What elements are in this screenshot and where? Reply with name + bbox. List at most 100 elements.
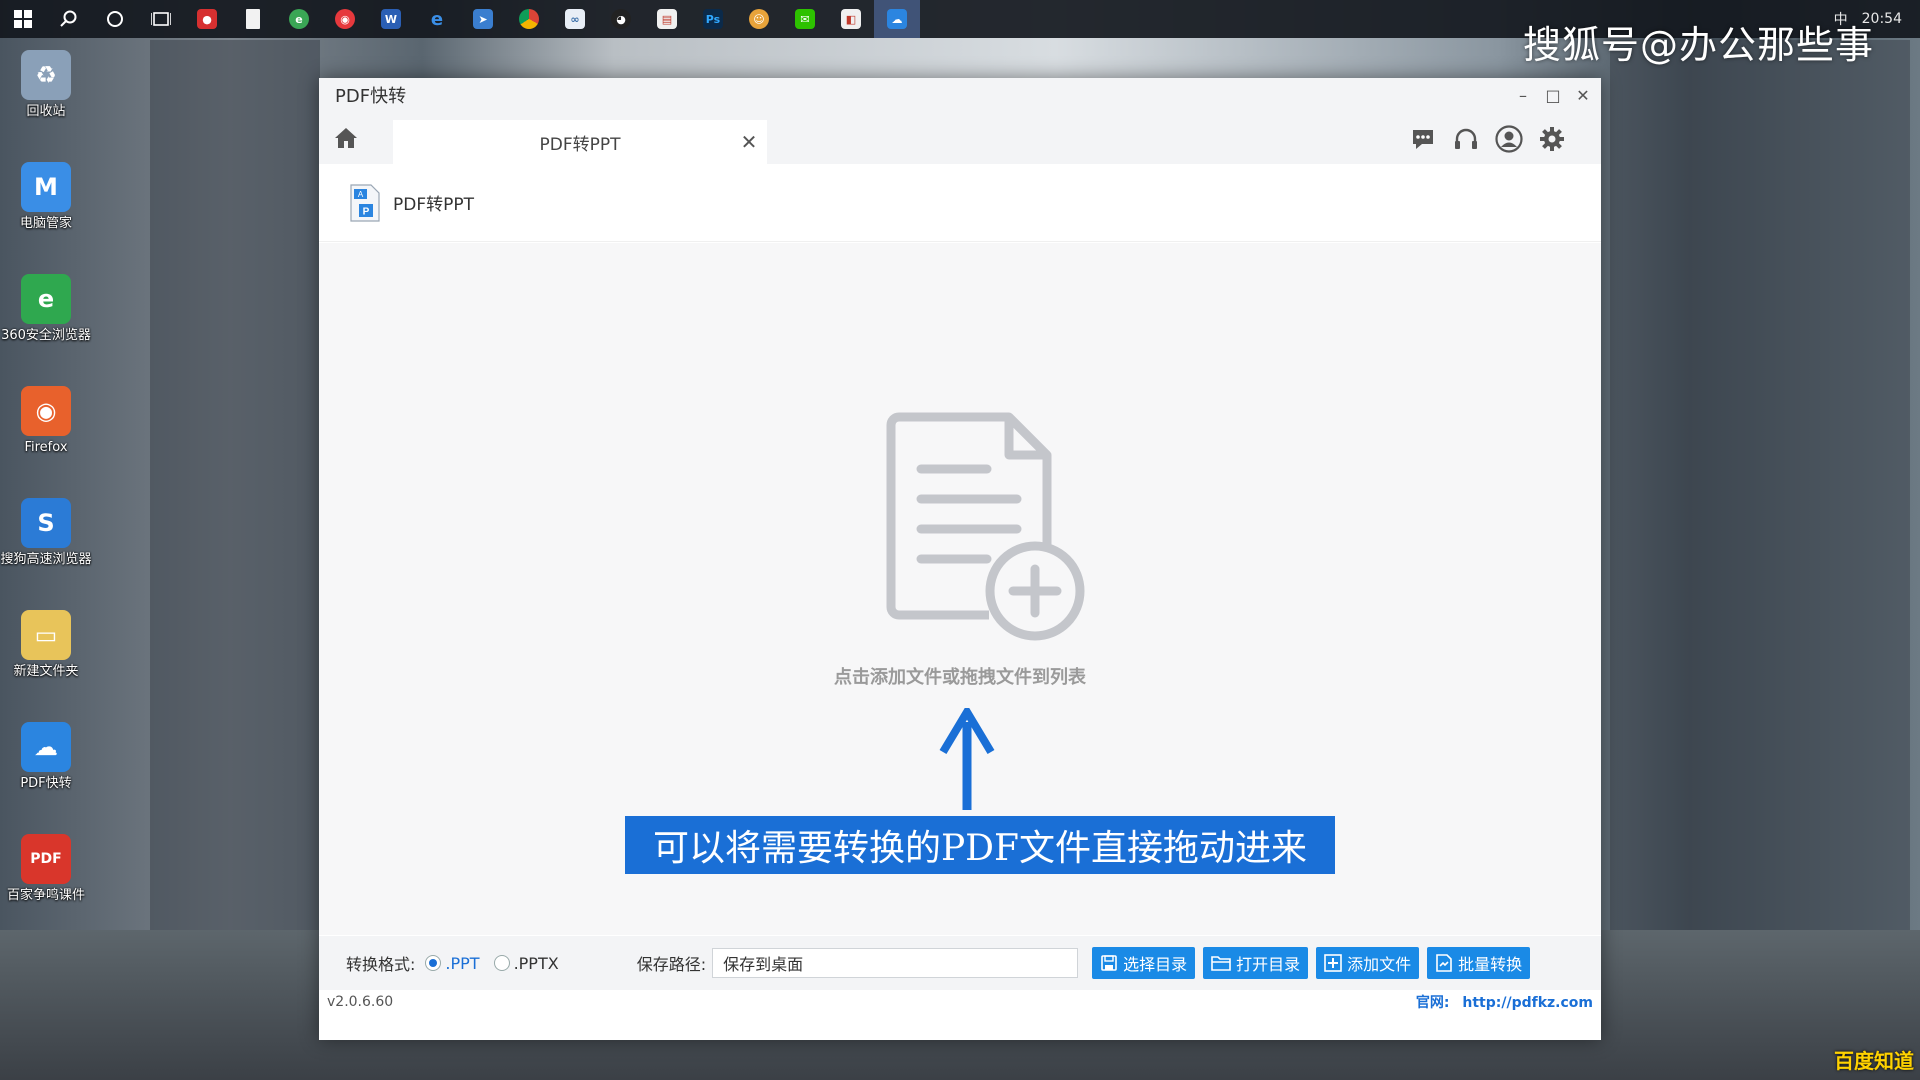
pdf-to-ppt-icon: A P xyxy=(350,183,380,222)
open-folder-icon xyxy=(1211,956,1231,971)
instruction-banner: 可以将需要转换的PDF文件直接拖动进来 xyxy=(625,816,1335,874)
format-label: 转换格式: xyxy=(346,955,416,974)
desktop-icon[interactable]: ☁ PDF快转 xyxy=(0,716,92,828)
feature-header: A P PDF转PPT xyxy=(319,164,1601,242)
desktop-icon-label: 360安全浏览器 xyxy=(1,328,91,343)
sogou-browser-icon: S xyxy=(21,498,71,548)
open-directory-button[interactable]: 打开目录 xyxy=(1203,947,1309,979)
format-option-ppt[interactable]: .PPT xyxy=(425,954,480,973)
title-bar[interactable]: PDF快转 – □ ✕ xyxy=(319,78,1601,112)
file-icon[interactable] xyxy=(230,0,276,38)
desktop-icon-label: PDF快转 xyxy=(20,776,72,791)
task-view-icon[interactable] xyxy=(138,0,184,38)
radio-selected-icon[interactable] xyxy=(425,955,442,971)
app-red-icon[interactable]: ● xyxy=(184,0,230,38)
edge-icon[interactable]: e xyxy=(414,0,460,38)
pdf-file-icon: PDF xyxy=(21,834,71,884)
website-info: 官网: http://pdfkz.com xyxy=(1416,992,1593,1012)
desktop-icon[interactable]: ◉ Firefox xyxy=(0,380,92,492)
desktop-icon-label: 回收站 xyxy=(26,104,66,119)
app-window-icon[interactable]: ◧ xyxy=(828,0,874,38)
chrome-icon[interactable] xyxy=(506,0,552,38)
tab-pdf-to-ppt[interactable]: PDF转PPT ✕ xyxy=(393,120,767,164)
format-option-pptx[interactable]: .PPTX xyxy=(493,953,559,973)
watermark: 搜狐号@办公那些事 xyxy=(1522,23,1874,67)
website-label: 官网: xyxy=(1415,995,1450,1011)
drop-hint-text: 点击添加文件或拖拽文件到列表 xyxy=(834,667,1086,688)
add-file-button[interactable]: 添加文件 xyxy=(1316,947,1420,979)
window-controls: – □ ✕ xyxy=(1515,78,1591,112)
toolbar-icons xyxy=(1408,124,1567,154)
desktop-icon[interactable]: S 搜狗高速浏览器 xyxy=(0,492,92,604)
cortana-icon[interactable] xyxy=(92,0,138,38)
windows-start-icon[interactable] xyxy=(0,0,46,38)
home-icon xyxy=(335,128,357,148)
save-dir-icon xyxy=(1101,955,1117,971)
batch-convert-button[interactable]: 批量转换 xyxy=(1427,947,1531,979)
svg-text:A: A xyxy=(358,190,364,199)
folder-icon: ▭ xyxy=(21,610,71,660)
corner-watermark-logo: 百度知道 xyxy=(1834,1049,1914,1073)
app-green-icon[interactable]: e xyxy=(276,0,322,38)
desktop-icon-label: 百家争鸣课件 xyxy=(6,888,85,903)
background-building-right xyxy=(1610,40,1910,940)
search-icon[interactable] xyxy=(46,0,92,38)
status-bar: v2.0.6.60 官网: http://pdfkz.com xyxy=(319,992,1601,1012)
minimize-icon[interactable]: – xyxy=(1515,86,1531,105)
add-file-icon xyxy=(1324,954,1342,972)
desktop-icons: ♻ 回收站 M 电脑管家 e 360安全浏览器 ◉ Firefox S 搜狗高速浏览器 ▭ 新建文件夹… xyxy=(0,44,92,940)
pdfkz-taskbar-icon[interactable]: ☁ xyxy=(874,0,920,38)
desktop-icon-label: Firefox xyxy=(24,440,68,455)
file-drop-zone[interactable]: 点击添加文件或拖拽文件到列表 可以将需要转换的PDF文件直接拖动进来 xyxy=(319,243,1601,935)
recycle-bin-icon: ♻ xyxy=(21,50,71,100)
save-path-input[interactable] xyxy=(712,948,1079,978)
desktop-icon[interactable]: M 电脑管家 xyxy=(0,156,92,268)
up-arrow-icon xyxy=(939,708,995,810)
desktop-icon-label: 搜狗高速浏览器 xyxy=(0,552,92,567)
settings-gear-icon[interactable] xyxy=(1537,124,1567,154)
pdfkz-cloud-icon: ☁ xyxy=(21,722,71,772)
maximize-icon[interactable]: □ xyxy=(1545,86,1561,105)
app-title: PDF快转 xyxy=(335,86,407,107)
website-link[interactable]: http://pdfkz.com xyxy=(1462,995,1593,1011)
tab-bar: PDF转PPT ✕ xyxy=(319,112,1601,164)
app-doc-icon[interactable]: ▤ xyxy=(644,0,690,38)
app-link-icon[interactable]: ∞ xyxy=(552,0,598,38)
chat-icon[interactable] xyxy=(1408,124,1438,154)
qq-icon[interactable]: ◕ xyxy=(598,0,644,38)
home-button[interactable] xyxy=(319,112,373,164)
app-window: PDF快转 – □ ✕ PDF转PPT ✕ A P PDF转PPT 点击添加文件… xyxy=(319,78,1601,1040)
photoshop-icon[interactable]: Ps xyxy=(690,0,736,38)
desktop-icon-label: 电脑管家 xyxy=(19,216,72,231)
close-window-icon[interactable]: ✕ xyxy=(1575,86,1591,105)
pc-manager-icon: M xyxy=(21,162,71,212)
desktop-icon[interactable]: ♻ 回收站 xyxy=(0,44,92,156)
radio-unselected-icon[interactable] xyxy=(493,955,510,971)
weibo-icon[interactable]: ◉ xyxy=(322,0,368,38)
format-option-label: .PPTX xyxy=(513,953,559,973)
desktop-icon[interactable]: ▭ 新建文件夹 xyxy=(0,604,92,716)
headset-icon[interactable] xyxy=(1451,124,1481,154)
settings-bar: 转换格式: .PPT .PPTX 保存路径: 选择目录 打开目录 添加文件 批量… xyxy=(319,936,1601,990)
user-account-icon[interactable] xyxy=(1494,124,1524,154)
button-label: 打开目录 xyxy=(1236,955,1301,974)
firefox-icon: ◉ xyxy=(21,386,71,436)
add-document-icon[interactable] xyxy=(869,411,1099,651)
app-face-icon[interactable]: ☺ xyxy=(736,0,782,38)
save-path-label: 保存路径: xyxy=(636,955,707,974)
desktop-icon[interactable]: e 360安全浏览器 xyxy=(0,268,92,380)
360-browser-icon: e xyxy=(21,274,71,324)
desktop-icon-label: 新建文件夹 xyxy=(13,664,79,679)
svg-text:P: P xyxy=(363,206,370,217)
wechat-icon[interactable]: ✉ xyxy=(782,0,828,38)
button-label: 批量转换 xyxy=(1458,955,1523,974)
tab-close-icon[interactable]: ✕ xyxy=(739,130,759,154)
word-icon[interactable]: W xyxy=(368,0,414,38)
choose-directory-button[interactable]: 选择目录 xyxy=(1092,947,1196,979)
background-building-left xyxy=(150,40,320,940)
button-label: 添加文件 xyxy=(1347,955,1412,974)
tab-label: PDF转PPT xyxy=(539,134,621,155)
app-blue-icon[interactable]: ➤ xyxy=(460,0,506,38)
button-label: 选择目录 xyxy=(1123,955,1188,974)
desktop-icon[interactable]: PDF 百家争鸣课件 xyxy=(0,828,92,940)
